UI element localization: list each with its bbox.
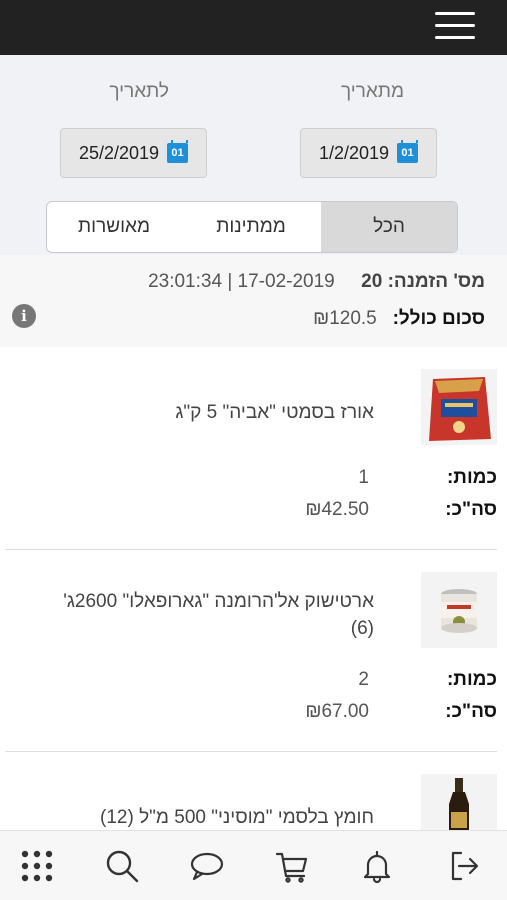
quantity-value: 2 <box>358 669 369 690</box>
subtotal-label: סה"כ: <box>445 701 497 722</box>
from-date-label: מתאריך <box>341 81 404 102</box>
order-number-label: מס' הזמנה: <box>387 271 485 292</box>
to-date-value: 25/2/2019 <box>78 142 160 163</box>
cart-icon[interactable] <box>272 848 312 884</box>
search-icon[interactable] <box>102 848 142 884</box>
status-tabs: הכל ממתינות מאושרות <box>46 201 458 253</box>
tab-pending[interactable]: ממתינות <box>181 202 321 252</box>
calendar-icon: 01 <box>397 140 419 163</box>
bell-icon[interactable] <box>357 848 397 884</box>
hamburger-menu-icon[interactable] <box>433 8 477 42</box>
from-date-value: 1/2/2019 <box>318 142 390 163</box>
to-date-label: לתאריך <box>109 81 169 102</box>
order-number: 20 <box>361 271 383 292</box>
apps-grid-icon[interactable] <box>17 848 57 884</box>
top-bar <box>0 0 507 55</box>
subtotal-value: ₪42.50 <box>305 499 369 520</box>
order-total-line: סכום כולל: ₪120.5 <box>313 308 485 330</box>
filter-area: מתאריך לתאריך 1/2/2019 01 25/2/2019 01 ה… <box>0 55 507 255</box>
calendar-icon: 01 <box>167 140 189 163</box>
bottom-navigation <box>0 830 507 900</box>
order-separator: | <box>227 271 233 292</box>
product-image-artichoke <box>421 572 497 648</box>
quantity-value: 1 <box>358 467 369 488</box>
order-summary: מס' הזמנה: 20 17-02-2019 | 23:01:34 סכום… <box>0 255 507 347</box>
to-date-picker[interactable]: 25/2/2019 01 <box>60 128 207 178</box>
order-date: 17-02-2019 <box>237 271 335 292</box>
product-name: חומץ בלסמי "מוסיני" 500 מ"ל (12) <box>100 807 374 828</box>
subtotal-label: סה"כ: <box>445 499 497 520</box>
list-item[interactable]: ארטישוק אל'הרומנה "גארופאלו" 2600ג' (6) … <box>0 550 507 752</box>
product-image-vinegar <box>421 774 497 830</box>
quantity-label: כמות: <box>446 467 497 488</box>
info-icon[interactable]: i <box>12 304 36 328</box>
order-total-value: ₪120.5 <box>313 308 377 329</box>
order-header-line: מס' הזמנה: 20 17-02-2019 | 23:01:34 <box>148 271 485 293</box>
quantity-label: כמות: <box>446 669 497 690</box>
chat-icon[interactable] <box>187 848 227 884</box>
subtotal-value: ₪67.00 <box>305 701 369 722</box>
product-image-rice <box>421 369 497 445</box>
logout-icon[interactable] <box>443 848 483 884</box>
order-time: 23:01:34 <box>148 271 223 292</box>
list-item[interactable]: חומץ בלסמי "מוסיני" 500 מ"ל (12) <box>0 752 507 830</box>
from-date-picker[interactable]: 1/2/2019 01 <box>300 128 437 178</box>
tab-approved[interactable]: מאושרות <box>47 202 181 252</box>
tab-all[interactable]: הכל <box>321 202 457 252</box>
list-item[interactable]: אורז בסמטי "אביה" 5 ק"ג כמות: 1 סה"כ: ₪4… <box>0 347 507 550</box>
product-name: אורז בסמטי "אביה" 5 ק"ג <box>175 402 374 423</box>
order-total-label: סכום כולל: <box>392 308 485 329</box>
product-name: ארטישוק אל'הרומנה "גארופאלו" 2600ג' (6) <box>63 591 374 639</box>
